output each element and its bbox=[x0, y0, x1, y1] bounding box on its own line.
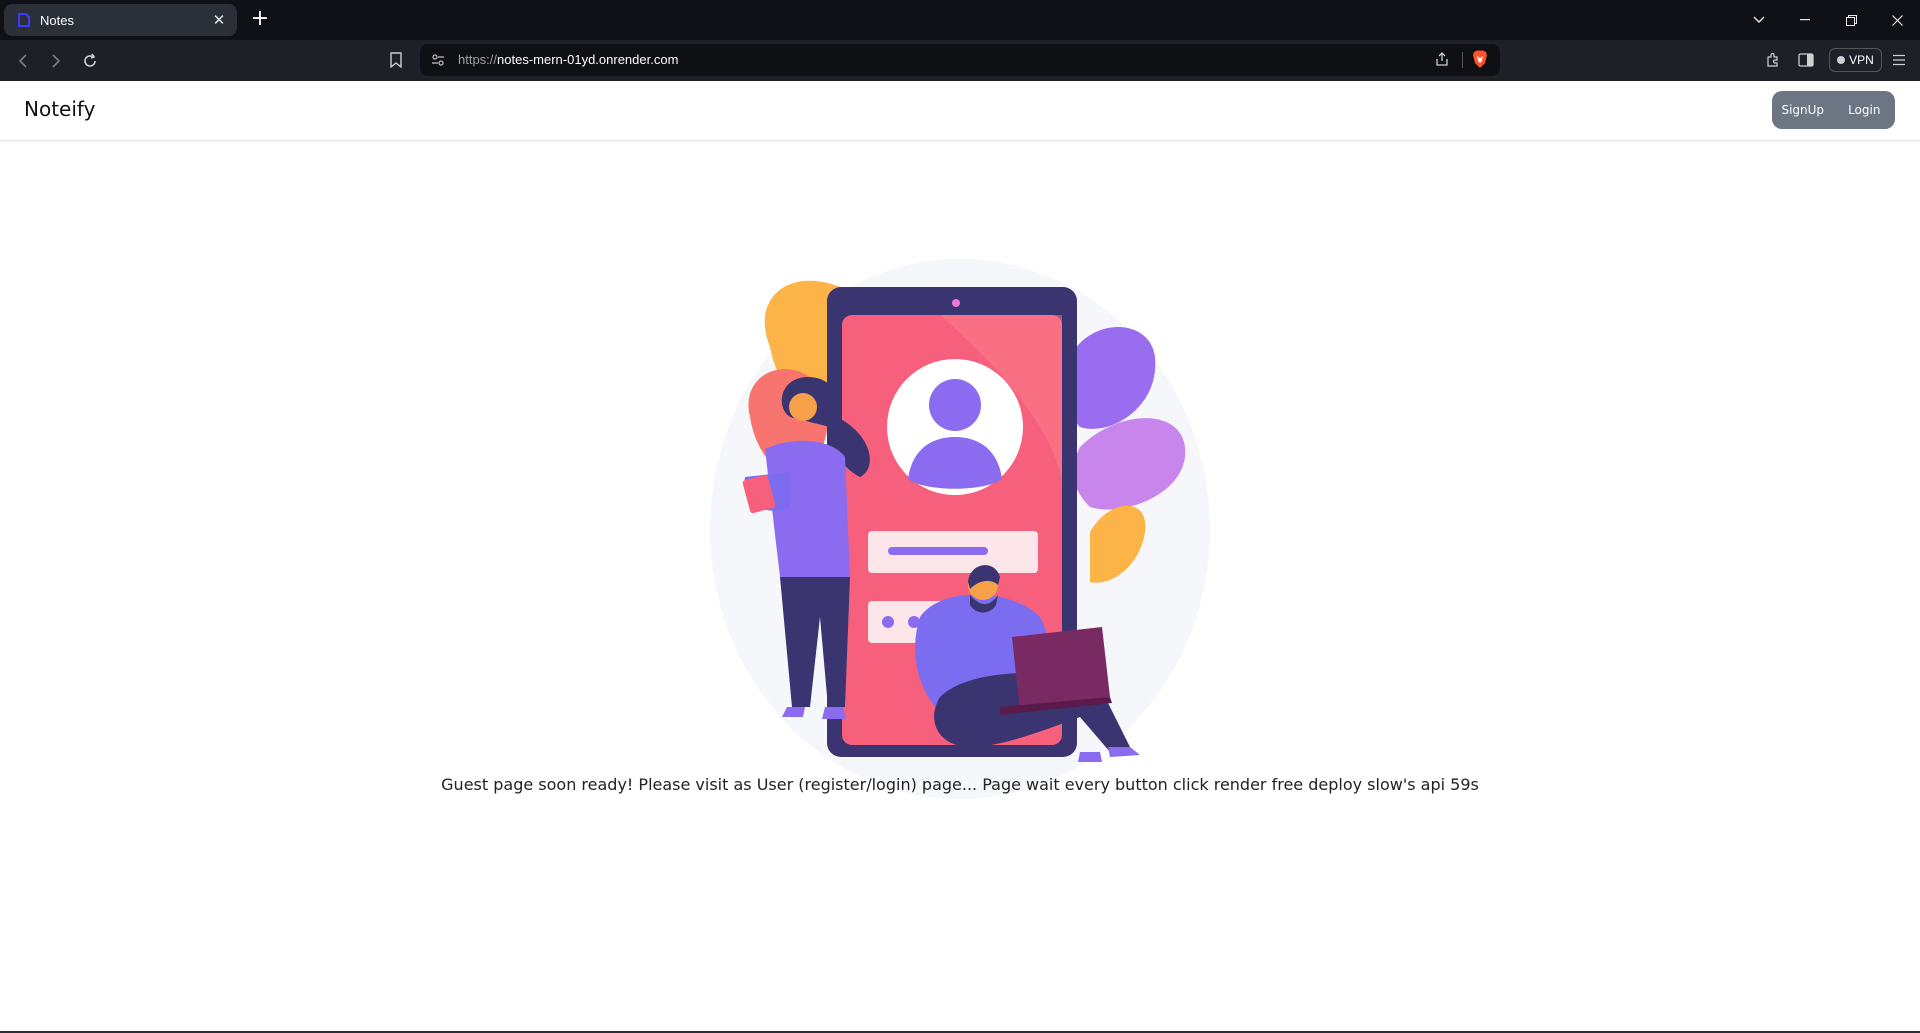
auth-button-group: SignUp Login bbox=[1772, 91, 1895, 129]
site-settings-icon[interactable] bbox=[430, 52, 446, 72]
login-button[interactable]: Login bbox=[1834, 91, 1896, 129]
app-navbar: Noteify SignUp Login bbox=[0, 81, 1920, 141]
close-icon[interactable]: ✕ bbox=[209, 10, 229, 30]
page: Noteify SignUp Login Guest page soon rea… bbox=[0, 81, 1920, 1033]
bookmark-icon[interactable] bbox=[386, 50, 406, 70]
forward-icon[interactable] bbox=[43, 48, 69, 74]
notes-app-icon bbox=[16, 12, 32, 28]
extensions-icon[interactable] bbox=[1763, 50, 1783, 70]
sidebar-icon[interactable] bbox=[1796, 50, 1816, 70]
brave-shields-icon[interactable] bbox=[1472, 50, 1488, 73]
vpn-status-icon bbox=[1837, 56, 1846, 64]
phone-camera bbox=[952, 299, 960, 307]
login-illustration bbox=[710, 259, 1210, 799]
guest-message: Guest page soon ready! Please visit as U… bbox=[441, 775, 1479, 794]
signup-button[interactable]: SignUp bbox=[1772, 91, 1834, 129]
back-icon[interactable] bbox=[10, 48, 36, 74]
url-host: notes-mern-01yd.onrender.com bbox=[497, 52, 679, 67]
minimize-icon[interactable] bbox=[1782, 0, 1828, 40]
menu-icon[interactable] bbox=[1889, 50, 1909, 70]
share-icon[interactable] bbox=[1434, 51, 1450, 71]
vpn-label: VPN bbox=[1849, 53, 1874, 67]
url-text: https://notes-mern-01yd.onrender.com bbox=[458, 52, 678, 67]
restore-icon[interactable] bbox=[1828, 0, 1874, 40]
browser-tab[interactable]: Notes ✕ bbox=[4, 4, 237, 36]
vpn-button[interactable]: VPN bbox=[1829, 48, 1882, 72]
brand-title[interactable]: Noteify bbox=[24, 97, 95, 121]
tab-title: Notes bbox=[40, 12, 74, 28]
plus-icon[interactable]: + bbox=[248, 8, 272, 32]
chevron-down-icon[interactable] bbox=[1736, 0, 1782, 40]
reload-icon[interactable] bbox=[77, 48, 103, 74]
avatar-head bbox=[929, 379, 981, 431]
woman-face bbox=[789, 393, 817, 421]
address-bar[interactable]: https://notes-mern-01yd.onrender.com bbox=[420, 44, 1500, 76]
close-window-icon[interactable] bbox=[1874, 0, 1920, 40]
url-scheme: https:// bbox=[458, 52, 498, 67]
divider bbox=[1462, 52, 1463, 68]
browser-tab-bar: Notes ✕ + bbox=[0, 0, 1920, 40]
